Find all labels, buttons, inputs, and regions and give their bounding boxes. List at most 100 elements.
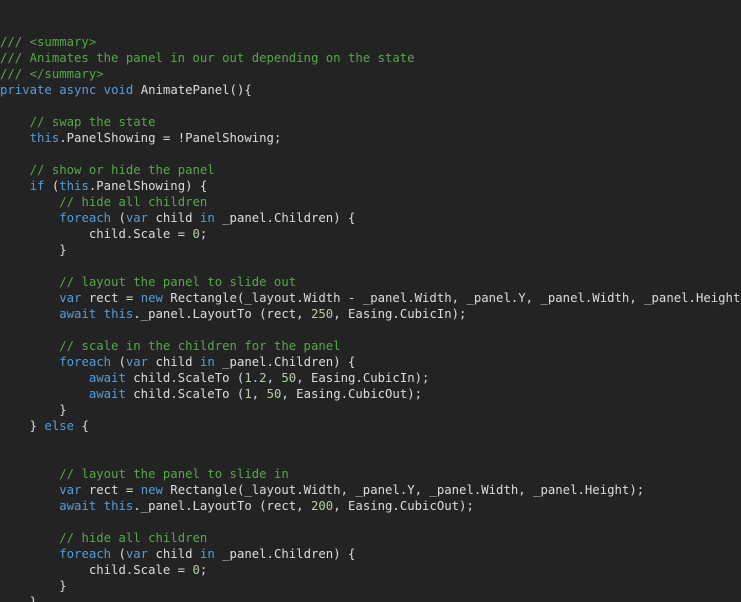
code-token-num: 1 bbox=[244, 387, 252, 401]
code-token-kw: new bbox=[140, 291, 163, 305]
code-token-cmt: // scale in the children for the panel bbox=[59, 339, 341, 353]
code-token-pun bbox=[0, 275, 59, 289]
code-token-kw: await bbox=[88, 387, 126, 401]
code-token-cmt: // hide all children bbox=[59, 195, 208, 209]
code-token-pun: , bbox=[251, 387, 267, 401]
code-line: // hide all children bbox=[0, 194, 741, 210]
code-token-pun bbox=[0, 499, 59, 513]
code-editor-surface[interactable]: /// <summary> /// Animates the panel in o… bbox=[0, 0, 741, 602]
code-token-kw: in bbox=[199, 355, 215, 369]
code-line: } bbox=[0, 594, 741, 602]
code-token-pun: { bbox=[74, 419, 89, 433]
code-token-cmt: // layout the panel to slide in bbox=[59, 467, 289, 481]
code-token-kw: this bbox=[103, 499, 134, 513]
code-line: await this._panel.LayoutTo (rect, 250, E… bbox=[0, 306, 741, 322]
code-token-num: 50 bbox=[266, 387, 282, 401]
code-token-id: , Easing.CubicOut); bbox=[281, 387, 423, 401]
code-line: await child.ScaleTo (1.2, 50, Easing.Cub… bbox=[0, 370, 741, 386]
code-token-kw: await bbox=[88, 371, 126, 385]
code-line: /// </summary> bbox=[0, 66, 741, 82]
code-token-pun: ; bbox=[199, 563, 208, 577]
code-token-id: , Easing.CubicIn); bbox=[333, 307, 467, 321]
code-token-num: 1.2 bbox=[244, 371, 267, 385]
code-token-num: 0 bbox=[192, 563, 200, 577]
code-token-cmt: /// </summary> bbox=[0, 67, 104, 81]
code-token-pun: } bbox=[0, 595, 38, 602]
code-token-id: ._panel.LayoutTo (rect, bbox=[133, 499, 311, 513]
code-token-kw: var bbox=[59, 291, 82, 305]
code-line: child.Scale = 0; bbox=[0, 562, 741, 578]
code-token-cmt: // hide all children bbox=[59, 531, 208, 545]
code-token-id: .PanelShowing = !PanelShowing; bbox=[59, 131, 282, 145]
code-token-id: child.ScaleTo ( bbox=[125, 371, 245, 385]
code-token-pun bbox=[0, 131, 30, 145]
code-token-pun bbox=[0, 467, 59, 481]
code-token-id: child bbox=[148, 211, 200, 225]
code-token-pun: ( bbox=[111, 547, 126, 561]
code-token-pun bbox=[0, 115, 30, 129]
code-token-kw: foreach bbox=[59, 211, 112, 225]
code-line: } bbox=[0, 578, 741, 594]
code-line: } bbox=[0, 242, 741, 258]
code-token-kw: new bbox=[140, 483, 163, 497]
code-line: } bbox=[0, 402, 741, 418]
code-token-id: _panel.Children) { bbox=[214, 355, 356, 369]
code-token-cmt: // layout the panel to slide out bbox=[59, 275, 297, 289]
code-token-pun bbox=[0, 547, 59, 561]
code-token-num: 250 bbox=[310, 307, 334, 321]
code-token-kw: foreach bbox=[59, 547, 112, 561]
code-token-num: 50 bbox=[281, 371, 297, 385]
code-token-kw: foreach bbox=[59, 355, 112, 369]
code-token-pun: ; bbox=[199, 227, 208, 241]
code-token-pun bbox=[0, 163, 30, 177]
code-token-cmt: /// Animates the panel in our out depend… bbox=[0, 51, 415, 65]
code-token-kw: void bbox=[103, 83, 134, 97]
code-line: /// Animates the panel in our out depend… bbox=[0, 50, 741, 66]
code-token-pun bbox=[96, 499, 103, 513]
code-line: foreach (var child in _panel.Children) { bbox=[0, 354, 741, 370]
code-token-id: child.Scale = bbox=[0, 227, 193, 241]
code-token-kw: async bbox=[59, 83, 97, 97]
code-token-id: rect = bbox=[81, 483, 141, 497]
code-token-kw: var bbox=[125, 211, 149, 225]
code-token-pun bbox=[96, 83, 103, 97]
code-token-cmt: // swap the state bbox=[29, 115, 156, 129]
code-token-kw: await bbox=[59, 499, 97, 513]
code-token-kw: this bbox=[59, 179, 89, 193]
code-token-pun bbox=[0, 371, 89, 385]
code-line: // scale in the children for the panel bbox=[0, 338, 741, 354]
code-token-id: child.ScaleTo ( bbox=[125, 387, 245, 401]
code-token-kw: var bbox=[59, 483, 82, 497]
code-token-kw: in bbox=[199, 547, 215, 561]
code-token-pun: ( bbox=[111, 211, 126, 225]
code-token-pun bbox=[0, 355, 59, 369]
code-token-kw: var bbox=[125, 547, 149, 561]
code-line: // show or hide the panel bbox=[0, 162, 741, 178]
code-line: this.PanelShowing = !PanelShowing; bbox=[0, 130, 741, 146]
code-line: // layout the panel to slide in bbox=[0, 466, 741, 482]
code-token-id: rect = bbox=[81, 291, 141, 305]
code-line: /// <summary> bbox=[0, 34, 741, 50]
code-token-kw: else bbox=[44, 419, 75, 433]
code-line: foreach (var child in _panel.Children) { bbox=[0, 210, 741, 226]
code-token-cmt: // show or hide the panel bbox=[29, 163, 215, 177]
code-token-cmt: /// <summary> bbox=[0, 35, 97, 49]
code-token-pun bbox=[0, 307, 59, 321]
code-token-pun: } bbox=[0, 579, 67, 593]
code-token-pun bbox=[0, 339, 59, 353]
code-token-pun bbox=[133, 83, 140, 97]
code-line: if (this.PanelShowing) { bbox=[0, 178, 741, 194]
code-token-pun bbox=[0, 179, 30, 193]
code-token-kw: if bbox=[29, 179, 45, 193]
code-token-pun: } bbox=[0, 419, 45, 433]
code-token-pun: ( bbox=[44, 179, 60, 193]
code-token-pun bbox=[0, 483, 59, 497]
code-token-num: 200 bbox=[310, 499, 334, 513]
code-token-id: .PanelShowing) { bbox=[88, 179, 208, 193]
code-line: private async void AnimatePanel(){ bbox=[0, 82, 741, 98]
code-token-pun: , bbox=[266, 371, 282, 385]
